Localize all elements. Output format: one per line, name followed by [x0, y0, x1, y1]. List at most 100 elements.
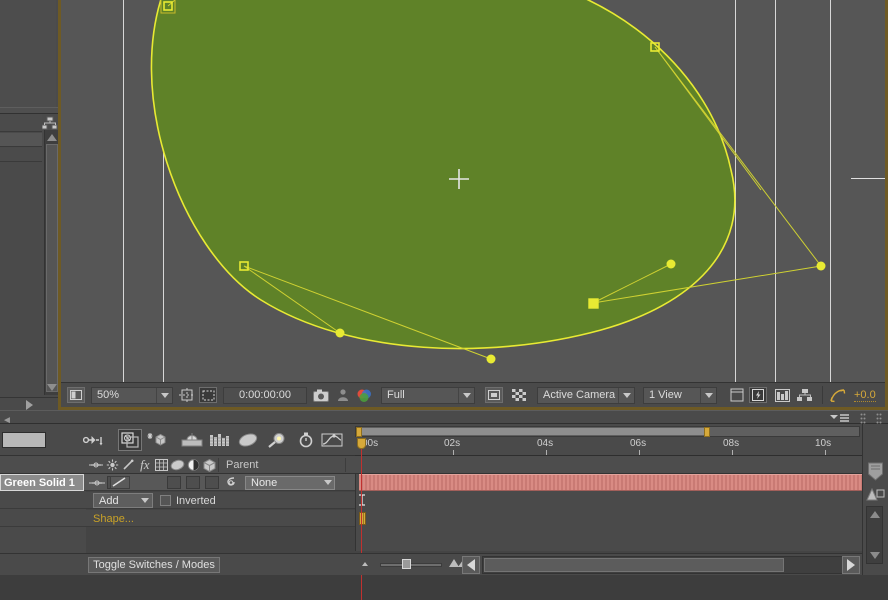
shape-link[interactable]: Shape... — [93, 513, 134, 525]
timeline-horizontal-scrollbar[interactable] — [482, 556, 860, 574]
mask-vertex-selected — [588, 298, 599, 309]
chevron-down-icon[interactable] — [618, 387, 634, 403]
draft-3d-icon[interactable] — [118, 429, 142, 451]
chevron-down-icon[interactable] — [700, 387, 716, 403]
fast-previews-icon[interactable] — [749, 387, 767, 403]
ruler-tick-label: 04s — [537, 438, 554, 449]
chevron-down-icon[interactable] — [156, 387, 172, 403]
timeline-vertical-scrollbar[interactable] — [866, 506, 883, 564]
scrollbar-thumb[interactable] — [46, 144, 58, 392]
zoom-slider-knob[interactable] — [402, 559, 411, 569]
timeline-toolbar: 00s 02s 04s 06s 08s 10s — [0, 424, 862, 456]
frame-blend-switch-icon — [153, 457, 169, 473]
enable-motion-blur-icon[interactable] — [208, 429, 232, 451]
left-panel-row-3[interactable] — [0, 148, 42, 162]
auto-keyframe-icon[interactable] — [266, 429, 290, 451]
layer-marker-icon[interactable] — [866, 486, 885, 502]
ruler-tick-label: 02s — [444, 438, 461, 449]
work-area-fill — [358, 428, 706, 435]
scroll-up-arrow-icon[interactable] — [47, 134, 57, 141]
chevron-down-icon[interactable] — [141, 498, 149, 503]
chevron-down-icon[interactable] — [458, 387, 474, 403]
tangent-handle-knob — [486, 354, 496, 364]
time-ruler[interactable]: 00s 02s 04s 06s 08s 10s — [355, 424, 862, 456]
ruler-tick — [453, 450, 454, 455]
3d-layer-switch-cell[interactable] — [205, 476, 219, 489]
work-area-bar[interactable] — [355, 426, 860, 437]
left-panel-scrollbar[interactable] — [44, 130, 58, 395]
toggle-transparency-grid-icon[interactable] — [509, 387, 528, 404]
lock-switch-cell[interactable] — [110, 476, 130, 489]
mask-path-overlay[interactable] — [61, 0, 885, 382]
panel-divider[interactable]: ◄ — [0, 410, 888, 426]
toggle-switches-modes-button[interactable]: Toggle Switches / Modes — [88, 557, 220, 573]
chevron-down-icon[interactable] — [324, 480, 332, 485]
exposure-value[interactable]: +0.0 — [854, 389, 876, 402]
parent-column-header: Parent — [226, 459, 259, 471]
work-area-end-handle[interactable] — [704, 427, 710, 437]
timeline-column-headers: fx Parent — [0, 456, 862, 474]
parent-dropdown[interactable]: None — [245, 476, 335, 490]
zoom-slider-track — [380, 563, 442, 567]
comp-flowchart-icon[interactable] — [41, 116, 58, 130]
scroll-right-button[interactable] — [842, 556, 860, 574]
scroll-up-arrow-icon[interactable] — [870, 511, 880, 518]
left-panel-column — [0, 0, 58, 410]
scrollbar-thumb[interactable] — [484, 558, 784, 572]
scroll-down-arrow-icon[interactable] — [47, 384, 57, 391]
timeline-icon[interactable] — [773, 387, 792, 404]
view-layout-dropdown[interactable]: 1 View — [643, 386, 717, 404]
search-input[interactable] — [2, 432, 46, 448]
magnification-ratio-dropdown[interactable]: 50% — [91, 386, 173, 404]
panel-menu-icon[interactable] — [828, 413, 850, 423]
show-channel-and-color-management-icon[interactable] — [355, 387, 374, 404]
scroll-down-arrow-icon[interactable] — [870, 552, 880, 559]
current-time-indicator-handle[interactable] — [357, 438, 366, 449]
video-switch-icon[interactable] — [89, 478, 105, 491]
adjustment-layer-switch-icon — [186, 457, 202, 473]
motion-blur-switch-cell[interactable] — [186, 476, 200, 489]
mask-mode-dropdown[interactable]: Add — [93, 493, 153, 508]
ruler-tick — [732, 450, 733, 455]
composition-viewport[interactable] — [61, 0, 885, 382]
graph-editor-brainstorm-icon[interactable] — [236, 429, 260, 451]
current-timecode-display[interactable]: 0:00:00:00 — [223, 386, 307, 404]
stopwatch-icon[interactable] — [294, 429, 318, 451]
camera-view-dropdown[interactable]: Active Camera — [537, 386, 635, 404]
layer-duration-bar[interactable] — [359, 474, 863, 491]
resolution-dropdown[interactable]: Full — [381, 386, 475, 404]
comp-flowchart-icon[interactable] — [795, 387, 814, 404]
current-time-indicator-line — [361, 440, 362, 600]
choose-grid-and-guide-options-icon[interactable] — [177, 387, 196, 404]
zoom-level-value: 50% — [97, 389, 120, 401]
toggle-pixel-aspect-icon[interactable] — [727, 387, 746, 404]
take-snapshot-icon[interactable] — [311, 387, 330, 404]
inverted-checkbox[interactable] — [160, 495, 171, 506]
always-preview-this-view-icon[interactable] — [67, 387, 85, 403]
scroll-left-button[interactable] — [462, 556, 480, 574]
comp-marker-bin-icon[interactable] — [867, 462, 884, 481]
timeline-track-area[interactable] — [355, 438, 863, 600]
timeline-zoom-slider[interactable] — [380, 559, 442, 569]
expand-panel-arrow-icon[interactable] — [26, 400, 33, 410]
left-panel-divider[interactable] — [0, 107, 58, 114]
zoom-out-timeline-icon[interactable] — [358, 558, 372, 570]
left-panel-row-1[interactable] — [0, 114, 42, 132]
timeline-panel: 00s 02s 04s 06s 08s 10s fx Parent Green … — [0, 424, 888, 600]
hide-shy-layers-icon[interactable] — [146, 429, 170, 451]
enable-frame-blending-icon[interactable] — [180, 429, 204, 451]
adjust-exposure-icon[interactable] — [828, 387, 847, 404]
3d-layer-switch-icon — [202, 457, 218, 473]
layer-name-field[interactable]: Green Solid 1 — [0, 474, 84, 491]
frame-blend-switch-cell[interactable] — [167, 476, 181, 489]
work-area-start-handle[interactable] — [356, 427, 362, 437]
region-of-interest-icon[interactable] — [199, 387, 217, 403]
show-snapshot-icon[interactable] — [333, 387, 352, 404]
graph-editor-icon[interactable] — [320, 429, 344, 451]
left-panel-row-2[interactable] — [0, 133, 42, 147]
composition-mini-flowchart-icon[interactable] — [82, 429, 106, 451]
toggle-pixel-aspect-ratio-correction-icon[interactable] — [485, 387, 503, 403]
layer-switch-header-icons: fx — [88, 456, 218, 474]
left-panel-lower — [0, 114, 58, 397]
parent-pick-whip-icon[interactable] — [225, 476, 240, 489]
